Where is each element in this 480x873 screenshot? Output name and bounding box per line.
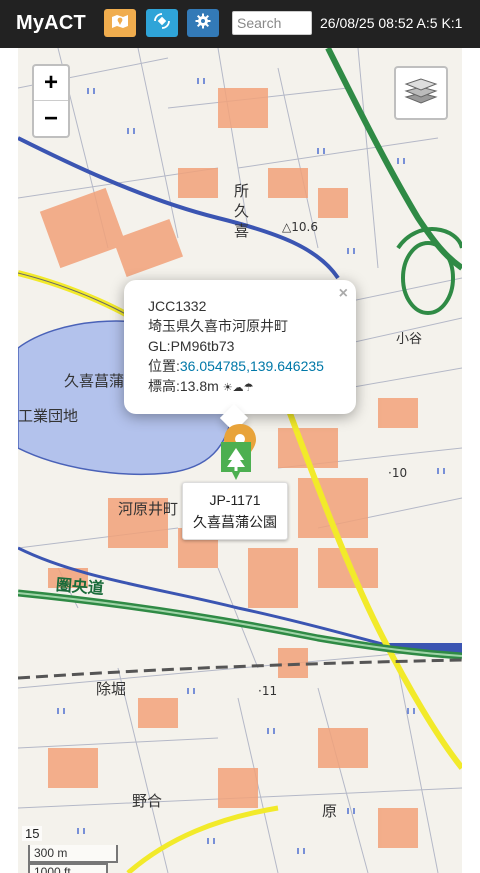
elevation-mark: ·11 — [258, 684, 278, 698]
place-label: 小谷 — [396, 332, 423, 347]
zoom-level-readout: 15 — [22, 826, 43, 841]
map-icon — [111, 13, 129, 34]
map-canvas[interactable]: 所 久 喜 久喜菖蒲 工業団地 河原井町 圏央道 除堀 野合 原 小谷 △10.… — [18, 48, 462, 873]
elevation-mark: △10.6 — [282, 220, 318, 234]
popup-position: 位置:36.054785,139.646235 — [148, 356, 356, 376]
park-id: JP-1171 — [209, 492, 261, 508]
app-root: MyACT Search 26/08/25 08:52 A:5 K:1 所 久 … — [0, 0, 480, 873]
place-label: 喜 — [234, 222, 250, 240]
popup-elevation-line: 標高:13.8m ☀☁☂ — [148, 376, 356, 398]
place-label: 除堀 — [96, 680, 127, 698]
popup-elevation: 標高:13.8m — [148, 378, 219, 394]
brand-title[interactable]: MyACT — [16, 12, 86, 35]
layers-icon — [404, 75, 438, 112]
place-label: 河原井町 — [118, 500, 179, 518]
status-readout: 26/08/25 08:52 A:5 K:1 — [320, 15, 463, 31]
road-label: 圏央道 — [55, 574, 105, 599]
layers-button[interactable] — [394, 66, 448, 120]
navbar: MyACT Search 26/08/25 08:52 A:5 K:1 — [0, 0, 480, 48]
park-tooltip: JP-1171 久喜菖蒲公園 — [182, 482, 288, 540]
search-input[interactable] — [232, 11, 312, 35]
info-popup: × JCC1332 埼玉県久喜市河原井町 GL:PM96tb73 位置:36.0… — [124, 280, 356, 414]
place-label: 所 — [234, 182, 250, 200]
elevation-mark: ·10 — [388, 466, 408, 480]
place-label: 久喜菖蒲 — [64, 372, 125, 390]
zoom-out-button[interactable]: − — [34, 101, 68, 136]
gear-icon — [195, 13, 211, 34]
popup-call: JCC1332 — [148, 298, 207, 314]
scale-bar-imperial: 1000 ft — [28, 863, 108, 873]
zoom-control: + − — [32, 64, 70, 138]
place-label: 久 — [234, 202, 250, 220]
map-view-button[interactable] — [104, 9, 136, 37]
place-label: 工業団地 — [18, 407, 79, 425]
popup-close-button[interactable]: × — [339, 284, 348, 304]
weather-icon: ☀☁☂ — [222, 382, 254, 394]
park-name: 久喜菖蒲公園 — [193, 514, 277, 530]
satellite-icon — [153, 12, 171, 35]
place-label: 原 — [322, 802, 338, 820]
settings-button[interactable] — [187, 9, 219, 37]
place-label: 野合 — [132, 792, 163, 810]
satellite-button[interactable] — [146, 9, 178, 37]
popup-grid: GL:PM96tb73 — [148, 338, 235, 354]
scale-bar-metric: 300 m — [28, 845, 118, 863]
park-marker[interactable] — [218, 440, 254, 484]
position-label: 位置: — [148, 358, 180, 374]
zoom-in-button[interactable]: + — [34, 66, 68, 101]
position-link[interactable]: 36.054785,139.646235 — [180, 358, 324, 374]
popup-address: 埼玉県久喜市河原井町 — [148, 318, 288, 334]
